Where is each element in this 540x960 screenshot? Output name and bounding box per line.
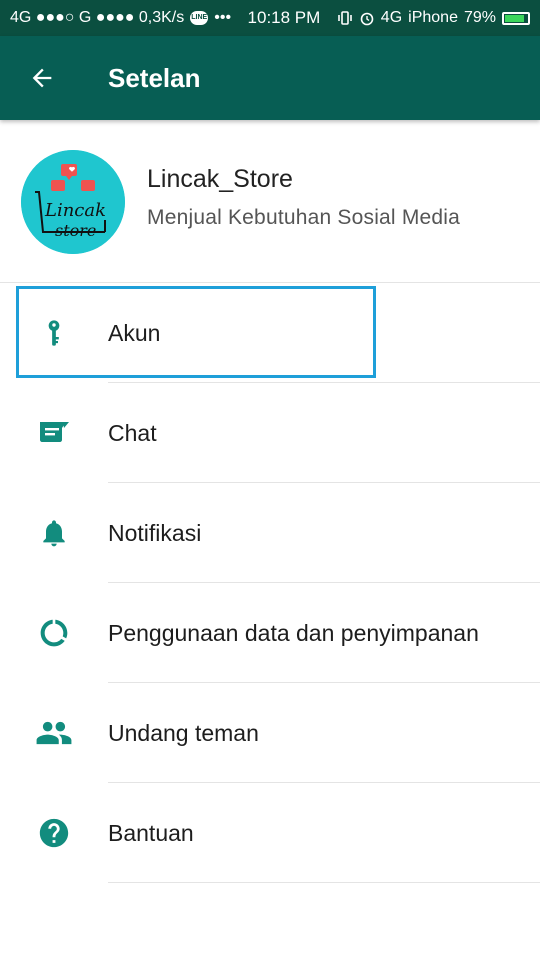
menu-item-label: Akun	[108, 319, 161, 346]
arrow-back-icon	[32, 68, 52, 88]
status-bar-right: 4G iPhone 79%	[337, 9, 530, 27]
clock: 10:18 PM	[247, 8, 321, 27]
status-bar-left: 4G ●●●○ G ●●●● 0,3K/s LINE •••	[10, 9, 231, 27]
bell-icon	[0, 517, 108, 549]
divider	[108, 882, 540, 883]
store-logo-icon: Lincak store	[21, 149, 125, 254]
menu-item-label: Chat	[108, 419, 157, 446]
status-bar: 4G ●●●○ G ●●●● 0,3K/s LINE ••• 10:18 PM …	[0, 0, 540, 36]
menu-item-label: Bantuan	[108, 819, 194, 846]
more-notifications-icon: •••	[214, 9, 232, 26]
battery-icon	[502, 11, 530, 25]
signal-text: 4G ●●●○ G ●●●● 0,3K/s	[10, 9, 185, 26]
battery-percent: 79%	[463, 9, 496, 26]
menu-item-label: Notifikasi	[108, 519, 202, 546]
help-icon	[0, 816, 108, 850]
menu-item-akun[interactable]: Akun	[0, 283, 540, 383]
menu-item-data-storage[interactable]: Penggunaan data dan penyimpanan	[0, 583, 540, 683]
settings-menu: Akun Chat Notifikasi Penggunaan data dan…	[0, 283, 540, 883]
alarm-icon	[360, 12, 374, 26]
profile-status: Menjual Kebutuhan Sosial Media	[147, 206, 461, 229]
avatar-text-lincak: Lincak	[44, 200, 106, 221]
vibrate-icon	[337, 11, 352, 25]
carrier-name: iPhone	[408, 9, 458, 26]
profile-section[interactable]: Lincak store Lincak_Store Menjual Kebutu…	[0, 121, 540, 283]
page-title: Setelan	[108, 62, 201, 93]
data-usage-icon	[0, 617, 108, 649]
menu-item-notifikasi[interactable]: Notifikasi	[0, 483, 540, 583]
menu-item-help[interactable]: Bantuan	[0, 783, 540, 883]
menu-item-label: Undang teman	[108, 719, 259, 746]
avatar[interactable]: Lincak store	[21, 149, 125, 254]
network-type: 4G	[380, 9, 403, 26]
profile-name: Lincak_Store	[147, 165, 293, 193]
menu-item-chat[interactable]: Chat	[0, 383, 540, 483]
avatar-text-store: store	[55, 221, 96, 240]
line-app-icon: LINE	[190, 11, 209, 25]
chat-icon	[0, 418, 108, 448]
menu-item-label: Penggunaan data dan penyimpanan	[108, 619, 479, 646]
menu-item-invite[interactable]: Undang teman	[0, 683, 540, 783]
profile-text: Lincak_Store Menjual Kebutuhan Sosial Me…	[147, 165, 460, 230]
people-icon	[0, 714, 108, 752]
app-bar: Setelan	[0, 36, 540, 120]
back-button[interactable]	[0, 36, 84, 120]
key-icon	[0, 317, 108, 349]
